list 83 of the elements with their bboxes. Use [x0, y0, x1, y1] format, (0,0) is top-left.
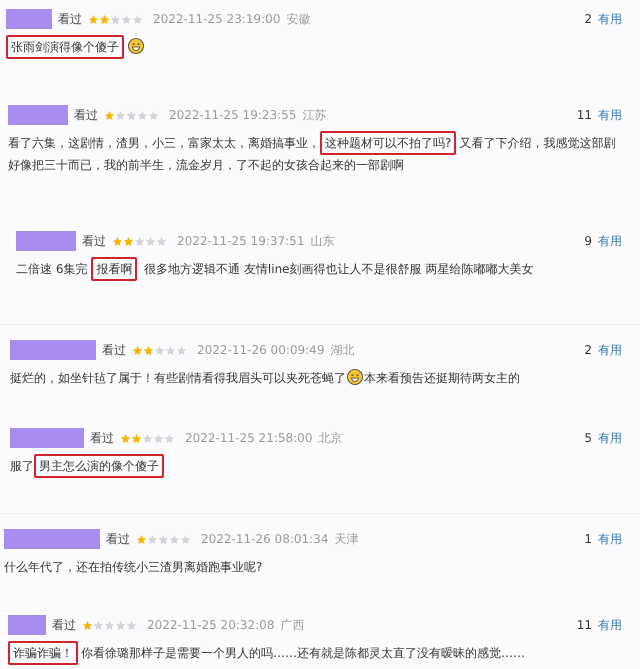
redacted-name-block — [6, 9, 52, 29]
comment-time: 2022-11-25 20:32:08 — [147, 617, 274, 634]
vote-count: 11 — [576, 617, 592, 634]
vote-count: 5 — [584, 430, 592, 447]
grinning-sweat-icon — [128, 38, 144, 54]
star-icon — [169, 534, 180, 544]
useful-link[interactable]: 有用 — [598, 10, 622, 28]
comment-text: 诈骗诈骗！ 你看徐璐那样子是需要一个男人的吗……还有就是陈都灵太直了没有暧昧的感觉…… — [8, 642, 622, 664]
star-icon — [136, 534, 147, 544]
watched-label: 看过 — [90, 430, 114, 447]
location: 安徽 — [286, 11, 310, 28]
useful-link[interactable]: 有用 — [598, 106, 622, 124]
location: 山东 — [310, 233, 334, 250]
comment-time: 2022-11-26 08:01:34 — [201, 531, 328, 548]
star-icon — [132, 344, 143, 356]
watched-label: 看过 — [106, 531, 130, 548]
star-icon — [154, 344, 165, 356]
star-icon — [148, 110, 159, 120]
useful-link[interactable]: 有用 — [598, 616, 622, 634]
vote-count: 9 — [584, 233, 592, 250]
watched-label: 看过 — [82, 233, 106, 250]
useful-link[interactable]: 有用 — [598, 341, 622, 359]
comment-text: 挺烂的，如坐针毡了属于！有些剧情看得我眉头可以夹死苍蝇了 本来看预告还挺期待两女主的 — [10, 368, 521, 387]
vote-count: 2 — [584, 342, 592, 359]
star-icon — [104, 110, 115, 120]
star-icon — [115, 620, 126, 630]
star-icon — [121, 14, 132, 24]
watched-label: 看过 — [102, 342, 126, 359]
star-icon — [180, 534, 191, 544]
redacted-name-block — [16, 231, 76, 251]
star-icon — [88, 14, 99, 24]
comment-time: 2022-11-25 21:58:00 — [185, 430, 312, 447]
comment-time: 2022-11-25 23:19:00 — [153, 11, 280, 28]
star-icon — [93, 620, 104, 630]
vote-count: 1 — [584, 531, 592, 548]
comment-text: 什么年代了，还在拍传统小三渣男离婚跑事业呢? — [4, 559, 264, 576]
star-icon — [112, 236, 123, 246]
star-icon — [164, 432, 175, 444]
useful-link[interactable]: 有用 — [598, 429, 622, 447]
comment-time: 2022-11-25 19:23:55 — [169, 107, 296, 124]
redacted-name-block — [8, 105, 68, 125]
star-icon — [131, 432, 142, 444]
comment-text: 二倍速 6集完 报看啊 很多地方逻辑不通 友情line刻画得也让人不是很舒服 两星给陈嘟嘟大美女 — [16, 258, 622, 280]
star-icon — [165, 344, 176, 356]
star-icon — [147, 534, 158, 544]
star-icon — [104, 620, 115, 630]
vote-count: 11 — [576, 107, 592, 124]
grinning-sweat-icon — [347, 369, 363, 385]
star-icon — [132, 14, 143, 24]
comment-time: 2022-11-26 00:09:49 — [197, 342, 324, 359]
location: 北京 — [318, 430, 342, 447]
star-icon — [110, 14, 121, 24]
watched-label: 看过 — [58, 11, 82, 28]
star-icon — [126, 110, 137, 120]
star-icon — [99, 14, 110, 24]
comment-text: 看了六集，这剧情，渣男，小三，富家太太，离婚搞事业， 这种题材可以不拍了吗? 又看了下介绍，我感觉这部剧好像把三十而已，我的前半生，流金岁月，了不起的女孩合起来的一部剧啊 — [8, 132, 622, 176]
location: 江苏 — [302, 107, 326, 124]
star-icon — [153, 432, 164, 444]
location: 广西 — [280, 617, 304, 634]
star-icon — [143, 344, 154, 356]
star-icon — [176, 344, 187, 356]
star-icon — [158, 534, 169, 544]
location: 天津 — [334, 531, 358, 548]
redacted-name-block — [8, 615, 46, 635]
location: 湖北 — [330, 342, 354, 359]
vote-count: 2 — [584, 11, 592, 28]
star-icon — [120, 432, 131, 444]
star-icon — [126, 620, 137, 630]
comment-time: 2022-11-25 19:37:51 — [177, 233, 304, 250]
star-icon — [137, 110, 148, 120]
watched-label: 看过 — [74, 107, 98, 124]
comment-text: 服了 男主怎么演的像个傻子 — [10, 455, 622, 477]
star-icon — [82, 620, 93, 630]
star-icon — [145, 236, 156, 246]
watched-label: 看过 — [52, 617, 76, 634]
useful-link[interactable]: 有用 — [598, 232, 622, 250]
star-icon — [156, 236, 167, 246]
useful-link[interactable]: 有用 — [598, 530, 622, 548]
star-icon — [142, 432, 153, 444]
star-icon — [123, 236, 134, 246]
comment-text: 张雨剑演得像个傻子 — [6, 36, 622, 58]
star-icon — [134, 236, 145, 246]
star-icon — [115, 110, 126, 120]
